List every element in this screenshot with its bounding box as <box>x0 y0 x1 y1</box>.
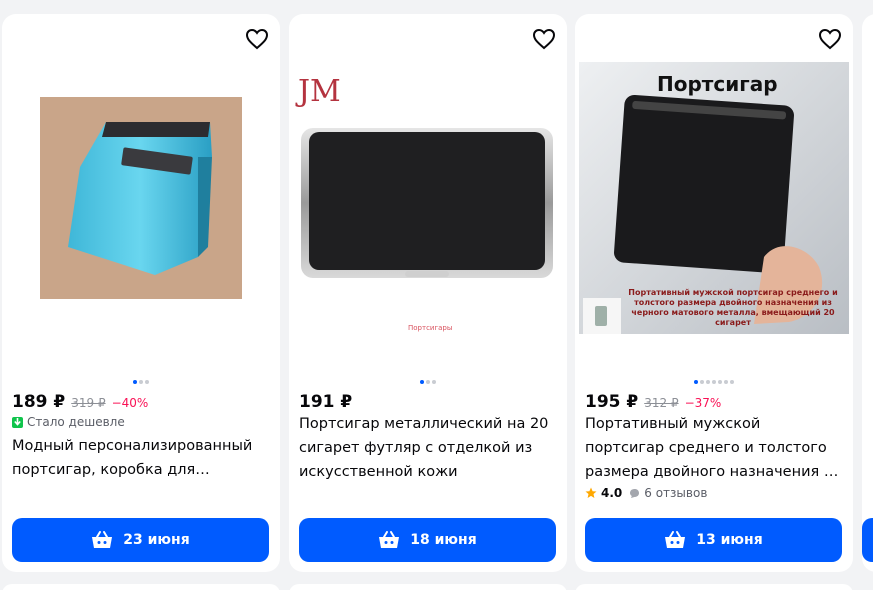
carousel-dot[interactable] <box>724 380 728 384</box>
carousel-dot[interactable] <box>420 380 424 384</box>
product-card[interactable]: JM Портсигары 191 ₽ Портсигар металличес… <box>289 14 567 572</box>
add-to-cart-button-partial[interactable] <box>862 518 873 562</box>
reviews-count: 6 отзывов <box>644 486 708 500</box>
product-image[interactable]: JM Портсигары <box>293 62 563 334</box>
next-row-card <box>2 584 280 590</box>
product-card-partial[interactable] <box>862 14 873 572</box>
carousel-dot[interactable] <box>145 380 149 384</box>
old-price: 319 ₽ <box>71 396 106 410</box>
discount-badge: −40% <box>111 396 149 410</box>
arrow-down-icon <box>12 416 23 428</box>
add-to-cart-button[interactable]: 13 июня <box>585 518 842 562</box>
image-caption: Портативный мужской портсигар среднего и… <box>628 288 838 327</box>
old-price: 312 ₽ <box>644 396 679 410</box>
image-carousel-dots[interactable] <box>575 380 853 384</box>
product-card[interactable]: Портсигар Портативный мужской портсигар … <box>575 14 853 572</box>
current-price: 191 ₽ <box>299 392 353 412</box>
product-grid: 189 ₽ 319 ₽ −40% Стало дешевле Модный пе… <box>0 0 873 590</box>
carousel-dot[interactable] <box>712 380 716 384</box>
next-row-card <box>575 584 853 590</box>
delivery-date: 13 июня <box>696 532 763 548</box>
price-row: 189 ₽ 319 ₽ −40% <box>12 392 148 412</box>
image-caption: Портсигары <box>408 324 453 332</box>
add-to-cart-button[interactable]: 23 июня <box>12 518 269 562</box>
price-drop-label: Стало дешевле <box>12 415 125 429</box>
product-title[interactable]: Портсигар металлический на 20 сигарет фу… <box>299 412 557 484</box>
product-image[interactable]: Портсигар Портативный мужской портсигар … <box>579 62 849 334</box>
add-to-cart-button[interactable]: 18 июня <box>299 518 556 562</box>
basket-icon <box>665 531 686 548</box>
discount-badge: −37% <box>684 396 722 410</box>
delivery-date: 23 июня <box>123 532 190 548</box>
favorite-heart-icon[interactable] <box>817 26 843 52</box>
price-row: 191 ₽ <box>299 392 352 412</box>
basket-icon <box>379 531 400 548</box>
current-price: 195 ₽ <box>585 392 639 412</box>
favorite-heart-icon[interactable] <box>531 26 557 52</box>
rating-row[interactable]: 4.0 6 отзывов <box>585 486 707 500</box>
product-card[interactable]: 189 ₽ 319 ₽ −40% Стало дешевле Модный пе… <box>2 14 280 572</box>
image-carousel-dots[interactable] <box>289 380 567 384</box>
carousel-dot[interactable] <box>730 380 734 384</box>
current-price: 189 ₽ <box>12 392 66 412</box>
brand-logo: JM <box>298 74 341 109</box>
star-icon <box>585 487 597 498</box>
basket-icon <box>92 531 113 548</box>
rating-value: 4.0 <box>601 486 623 500</box>
carousel-dot[interactable] <box>133 380 137 384</box>
price-drop-text: Стало дешевле <box>27 415 125 429</box>
comment-icon <box>630 488 640 498</box>
product-title[interactable]: Модный персонализированный портсигар, ко… <box>12 434 270 482</box>
carousel-dot[interactable] <box>694 380 698 384</box>
product-image[interactable] <box>6 62 276 334</box>
image-heading: Портсигар <box>657 72 778 96</box>
carousel-dot[interactable] <box>426 380 430 384</box>
delivery-date: 18 июня <box>410 532 477 548</box>
product-title[interactable]: Портативный мужской портсигар среднего и… <box>585 412 843 484</box>
carousel-dot[interactable] <box>700 380 704 384</box>
next-row-card <box>289 584 567 590</box>
carousel-dot[interactable] <box>432 380 436 384</box>
image-carousel-dots[interactable] <box>2 380 280 384</box>
carousel-dot[interactable] <box>718 380 722 384</box>
carousel-dot[interactable] <box>139 380 143 384</box>
carousel-dot[interactable] <box>706 380 710 384</box>
favorite-heart-icon[interactable] <box>244 26 270 52</box>
price-row: 195 ₽ 312 ₽ −37% <box>585 392 721 412</box>
